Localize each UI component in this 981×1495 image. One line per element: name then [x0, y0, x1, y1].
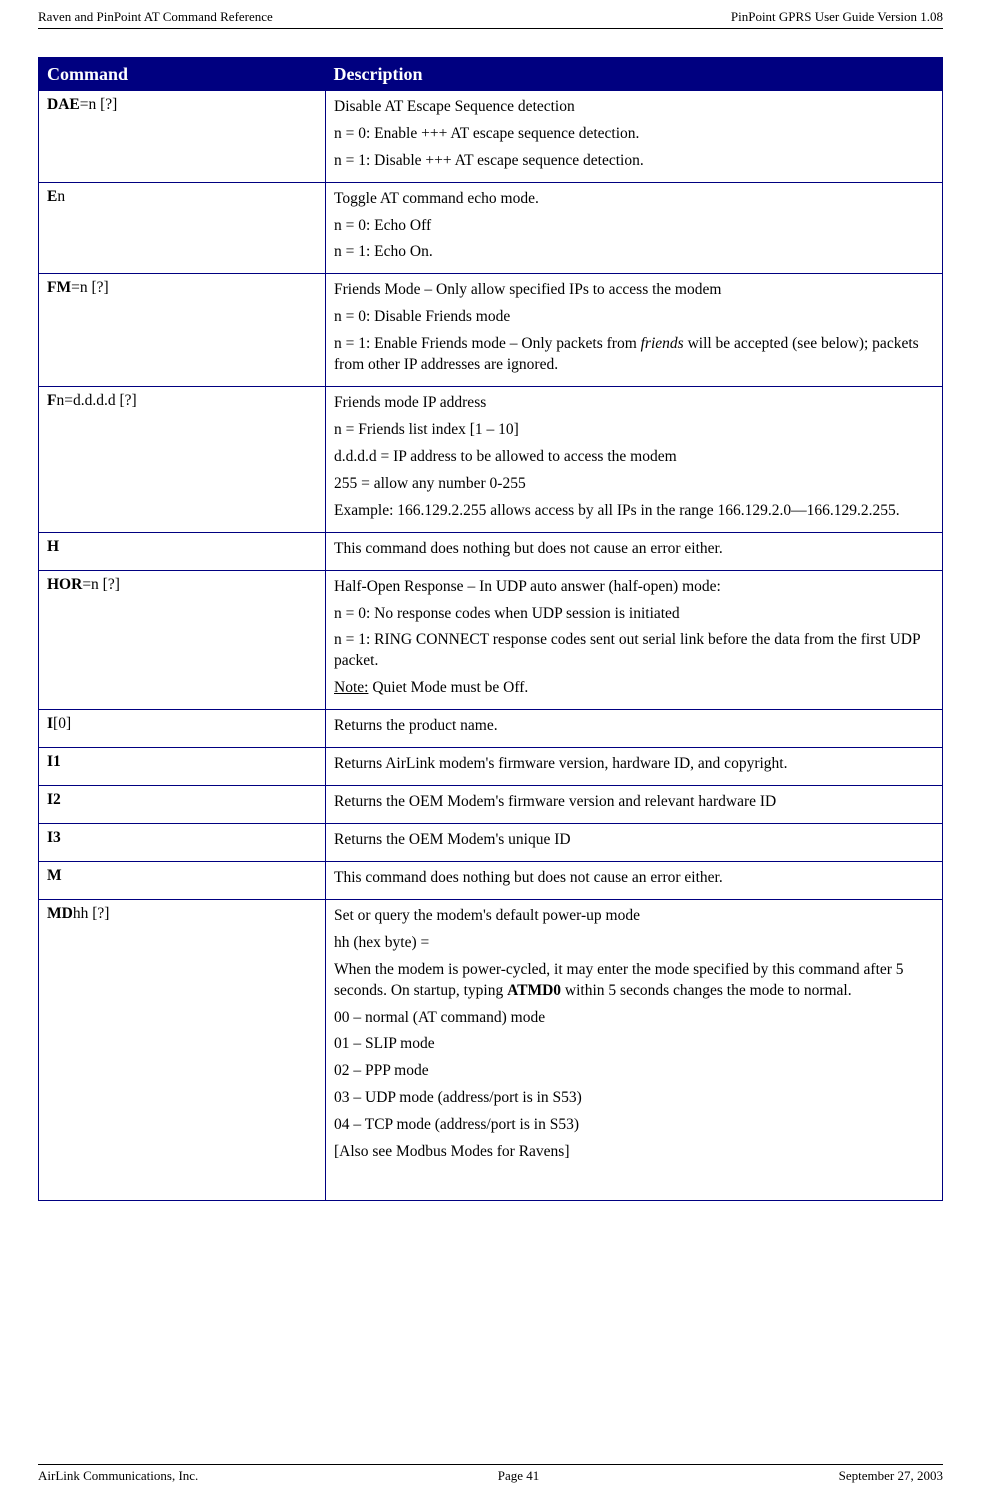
desc-line: n = 1: Disable +++ AT escape sequence de…: [334, 151, 934, 172]
desc-line: 03 – UDP mode (address/port is in S53): [334, 1088, 934, 1109]
row-fn: Fn=d.d.d.d [?] Friends mode IP address n…: [39, 387, 943, 533]
cmd-args: n=d.d.d.d [?]: [56, 392, 136, 409]
page-footer: AirLink Communications, Inc. Page 41 Sep…: [38, 1464, 943, 1485]
row-i1: I1 Returns AirLink modem's firmware vers…: [39, 748, 943, 786]
row-h: H This command does nothing but does not…: [39, 532, 943, 570]
col-description: Description: [326, 57, 943, 90]
desc-line: Note: Quiet Mode must be Off.: [334, 678, 934, 699]
desc-line: d.d.d.d = IP address to be allowed to ac…: [334, 447, 934, 468]
desc-line: n = 0: Enable +++ AT escape sequence det…: [334, 124, 934, 145]
row-i3: I3 Returns the OEM Modem's unique ID: [39, 823, 943, 861]
desc-line: n = 1: Enable Friends mode – Only packet…: [334, 334, 934, 376]
cmd-args: =n [?]: [80, 96, 118, 113]
desc-line: n = Friends list index [1 – 10]: [334, 420, 934, 441]
desc-line: Half-Open Response – In UDP auto answer …: [334, 577, 934, 598]
command-table: Command Description DAE=n [?] Disable AT…: [38, 57, 943, 1201]
cmd-name: E: [47, 188, 57, 205]
footer-center: Page 41: [498, 1467, 540, 1485]
desc-line: This command does nothing but does not c…: [334, 868, 934, 889]
desc-line: [Also see Modbus Modes for Ravens]: [334, 1142, 934, 1163]
desc-line: n = 0: Disable Friends mode: [334, 307, 934, 328]
desc-line: Friends mode IP address: [334, 393, 934, 414]
desc-line: n = 1: RING CONNECT response codes sent …: [334, 630, 934, 672]
cmd-name: I2: [47, 791, 61, 808]
desc-line: Returns the OEM Modem's unique ID: [334, 830, 934, 851]
cmd-args: =n [?]: [71, 279, 109, 296]
desc-line: Returns the OEM Modem's firmware version…: [334, 792, 934, 813]
cmd-args: n: [57, 188, 65, 205]
desc-line: Set or query the modem's default power-u…: [334, 906, 934, 927]
desc-line: n = 1: Echo On.: [334, 242, 934, 263]
desc-line: n = 0: No response codes when UDP sessio…: [334, 604, 934, 625]
desc-line: When the modem is power-cycled, it may e…: [334, 960, 934, 1002]
cmd-name: MD: [47, 905, 73, 922]
row-md: MDhh [?] Set or query the modem's defaul…: [39, 899, 943, 1200]
cmd-name: I1: [47, 753, 61, 770]
cmd-args: [0]: [53, 715, 71, 732]
desc-line: Toggle AT command echo mode.: [334, 189, 934, 210]
row-en: En Toggle AT command echo mode. n = 0: E…: [39, 182, 943, 274]
header-right: PinPoint GPRS User Guide Version 1.08: [731, 8, 943, 26]
cmd-args: hh [?]: [73, 905, 110, 922]
desc-line: Disable AT Escape Sequence detection: [334, 97, 934, 118]
desc-line: 02 – PPP mode: [334, 1061, 934, 1082]
desc-line: 00 – normal (AT command) mode: [334, 1008, 934, 1029]
page-header: Raven and PinPoint AT Command Reference …: [38, 8, 943, 29]
header-left: Raven and PinPoint AT Command Reference: [38, 8, 273, 26]
desc-line: 01 – SLIP mode: [334, 1034, 934, 1055]
row-m: M This command does nothing but does not…: [39, 861, 943, 899]
cmd-name: HOR: [47, 576, 82, 593]
footer-left: AirLink Communications, Inc.: [38, 1467, 198, 1485]
desc-line: hh (hex byte) =: [334, 933, 934, 954]
desc-line: Returns AirLink modem's firmware version…: [334, 754, 934, 775]
desc-line: This command does nothing but does not c…: [334, 539, 934, 560]
desc-line: Friends Mode – Only allow specified IPs …: [334, 280, 934, 301]
cmd-name: M: [47, 867, 62, 884]
cmd-name: H: [47, 538, 59, 555]
desc-line: Returns the product name.: [334, 716, 934, 737]
cmd-name: I3: [47, 829, 61, 846]
desc-line: 04 – TCP mode (address/port is in S53): [334, 1115, 934, 1136]
row-i2: I2 Returns the OEM Modem's firmware vers…: [39, 786, 943, 824]
desc-line: Example: 166.129.2.255 allows access by …: [334, 501, 934, 522]
desc-line: n = 0: Echo Off: [334, 216, 934, 237]
cmd-args: =n [?]: [82, 576, 120, 593]
row-i0: I[0] Returns the product name.: [39, 710, 943, 748]
cmd-name: FM: [47, 279, 71, 296]
row-hor: HOR=n [?] Half-Open Response – In UDP au…: [39, 570, 943, 710]
row-fm: FM=n [?] Friends Mode – Only allow speci…: [39, 274, 943, 387]
footer-right: September 27, 2003: [839, 1467, 943, 1485]
row-dae: DAE=n [?] Disable AT Escape Sequence det…: [39, 90, 943, 182]
desc-line: 255 = allow any number 0-255: [334, 474, 934, 495]
cmd-name: DAE: [47, 96, 80, 113]
col-command: Command: [39, 57, 326, 90]
